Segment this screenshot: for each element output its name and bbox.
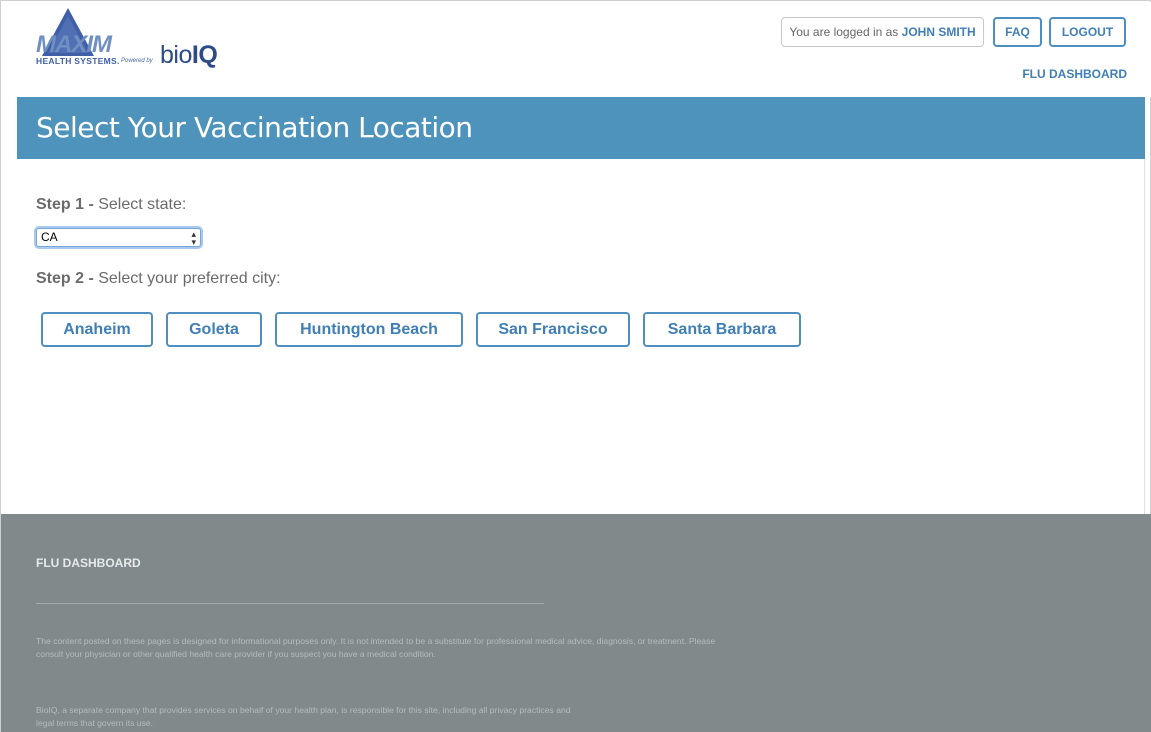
step-2-label: Step 2 - Select your preferred city: [36, 270, 281, 288]
step-2-separator: - [84, 270, 99, 287]
logout-button[interactable]: LOGOUT [1049, 17, 1126, 47]
page-banner: Select Your Vaccination Location [17, 97, 1145, 159]
maxim-bioiq-logo[interactable]: MAXIM HEALTH SYSTEMS. Powered by bioIQ [36, 8, 236, 78]
select-arrows-icon: ▴ ▾ [191, 229, 196, 247]
main-content: Step 1 - Select state: CA ▴ ▾ Step 2 - Se… [17, 159, 1145, 514]
logo-tagline: HEALTH SYSTEMS. [36, 56, 120, 66]
step-2-text: Select your preferred city: [98, 270, 281, 287]
city-button-san-francisco[interactable]: San Francisco [476, 312, 630, 347]
page-frame: MAXIM HEALTH SYSTEMS. Powered by bioIQ Y… [0, 0, 1151, 732]
city-button-anaheim[interactable]: Anaheim [41, 312, 153, 347]
footer-flu-dashboard-link[interactable]: FLU DASHBOARD [36, 556, 141, 570]
footer-divider [36, 603, 544, 604]
logo-brand-text: MAXIM [36, 31, 112, 58]
header: MAXIM HEALTH SYSTEMS. Powered by bioIQ Y… [2, 2, 1151, 97]
city-button-goleta[interactable]: Goleta [166, 312, 262, 347]
city-button-santa-barbara[interactable]: Santa Barbara [643, 312, 801, 347]
logo-partner-prefix: bio [160, 41, 192, 69]
page-title: Select Your Vaccination Location [36, 111, 473, 144]
step-1-label: Step 1 - Select state: [36, 196, 186, 214]
faq-button[interactable]: FAQ [993, 17, 1042, 47]
footer: FLU DASHBOARD The content posted on thes… [1, 514, 1151, 732]
logo-partner: bioIQ [160, 41, 218, 69]
step-2-number: Step 2 [36, 270, 85, 287]
login-user-name: JOHN SMITH [901, 25, 976, 39]
footer-disclaimer-medical: The content posted on these pages is des… [36, 636, 716, 659]
logo-powered-by: Powered by [121, 58, 153, 64]
step-1-text: Select state: [98, 196, 187, 213]
step-1-separator: - [84, 196, 99, 213]
login-status: You are logged in as JOHN SMITH [781, 17, 984, 47]
flu-dashboard-link[interactable]: FLU DASHBOARD [1022, 67, 1127, 81]
state-select-value: CA [41, 230, 58, 244]
logo-partner-suffix: IQ [191, 41, 218, 69]
state-select[interactable]: CA ▴ ▾ [36, 228, 201, 247]
login-status-prefix: You are logged in as [789, 25, 899, 39]
city-button-huntington-beach[interactable]: Huntington Beach [275, 312, 463, 347]
footer-disclaimer-bioiq: BioIQ, a separate company that provides … [36, 705, 571, 728]
step-1-number: Step 1 [36, 196, 85, 213]
